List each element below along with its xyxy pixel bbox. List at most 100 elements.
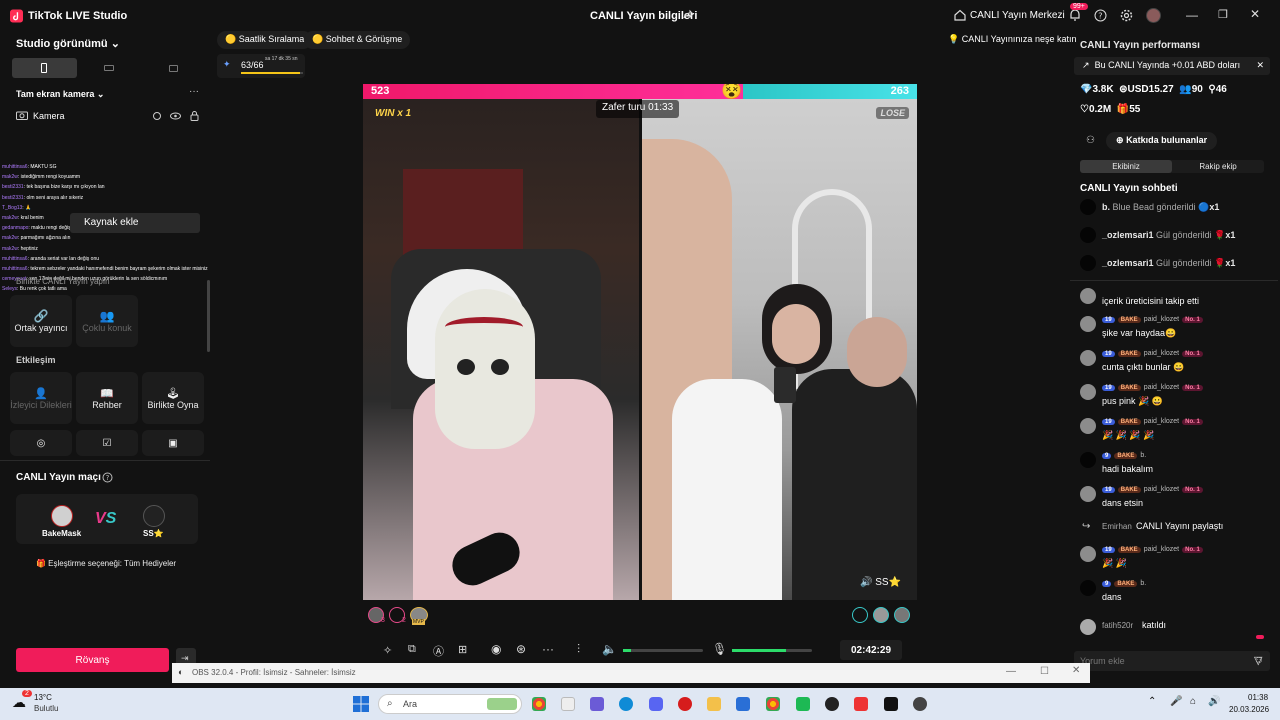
guide-button[interactable]: 📖 Rehber xyxy=(76,372,138,424)
close-icon[interactable]: ✕ xyxy=(1250,7,1260,21)
obs-window-strip[interactable]: ◐ OBS 32.0.4 - Profil: İsimsiz - Sahnele… xyxy=(172,663,1090,683)
chat-message[interactable]: 19 BAKE paid_klozet No. 1 şike var haydaa😀 xyxy=(1080,316,1270,342)
audio-mixer-icon[interactable]: ⫶ xyxy=(577,642,580,657)
discord-icon[interactable] xyxy=(649,697,663,711)
player-right-avatar[interactable] xyxy=(143,505,165,527)
youtube-icon[interactable] xyxy=(854,697,868,711)
clock-time[interactable]: 01:38 xyxy=(1248,693,1268,702)
player-left-avatar[interactable] xyxy=(51,505,73,527)
add-user-icon[interactable]: ⚇ xyxy=(1086,135,1095,146)
opponent-gifter-avatar-1[interactable] xyxy=(873,607,889,623)
minimize-icon[interactable]: — xyxy=(1186,8,1198,22)
add-media-icon[interactable]: ⊞ xyxy=(458,643,467,656)
bell-icon[interactable] xyxy=(1068,8,1082,22)
portrait-option[interactable] xyxy=(12,58,77,78)
edge-icon[interactable] xyxy=(619,697,633,711)
taskbar-search[interactable]: ⌕ Ara xyxy=(378,694,522,714)
tiktok-taskbar-icon[interactable] xyxy=(884,697,898,711)
camera-source-label[interactable]: Kamera xyxy=(33,111,65,121)
gift-notification-row[interactable]: _ozlemsari1 Gül gönderildi 🌹 x1 xyxy=(1080,227,1235,243)
microphone-icon[interactable]: 🎙 xyxy=(712,642,727,656)
chrome-icon[interactable] xyxy=(532,697,546,711)
volume-icon[interactable]: 🔈 xyxy=(602,642,617,656)
chat-message[interactable]: 19 BAKE paid_klozet No. 1 dans etsin xyxy=(1080,486,1270,512)
tray-chevron-icon[interactable]: ⌃ xyxy=(1148,696,1156,707)
settings-gear-icon[interactable] xyxy=(1120,9,1133,22)
focus-icon[interactable]: ⊛ xyxy=(516,642,526,656)
tray-mic-icon[interactable]: 🎤 xyxy=(1170,696,1182,707)
ai-effects-icon[interactable]: Ⓐ xyxy=(433,643,444,659)
close-banner-icon[interactable]: ✕ xyxy=(1256,60,1264,71)
multi-layout-option[interactable] xyxy=(141,58,206,78)
tab-your-team[interactable]: Ekibiniz xyxy=(1080,160,1172,173)
more-tool-button-1[interactable]: ◎ xyxy=(10,430,72,456)
filter-icon[interactable]: ▽ xyxy=(1254,654,1262,667)
magic-effects-icon[interactable]: ✧ xyxy=(383,644,392,657)
scene-dropdown[interactable]: Tam ekran kamera ⌄ xyxy=(16,89,104,100)
home-icon[interactable] xyxy=(954,9,966,21)
opponent-gifter-slot[interactable] xyxy=(852,607,868,623)
obs-maximize-icon[interactable]: ☐ xyxy=(1040,666,1049,677)
more-controls-icon[interactable]: ··· xyxy=(542,642,554,656)
source-settings-icon[interactable] xyxy=(152,111,162,121)
rematch-button[interactable]: Rövanş xyxy=(16,648,169,672)
tab-opponent-team[interactable]: Rakip ekip xyxy=(1172,160,1264,173)
store-icon[interactable] xyxy=(561,697,575,711)
opera-icon[interactable] xyxy=(678,697,692,711)
volume-slider[interactable] xyxy=(623,649,703,652)
co-host-button[interactable]: 🔗 Ortak yayıncı xyxy=(10,295,72,347)
multi-guest-button[interactable]: 👥 Çoklu konuk xyxy=(76,295,138,347)
join-notification[interactable]: fatih520r katıldı xyxy=(1080,619,1270,637)
chat-message[interactable]: 19 BAKE paid_klozet No. 1 pus pink 🎉 😀 xyxy=(1080,384,1270,410)
mic-slider[interactable] xyxy=(732,649,812,652)
teams-icon[interactable] xyxy=(590,697,604,711)
obs-minimize-icon[interactable]: — xyxy=(1006,666,1016,677)
contributors-button[interactable]: ⊕ Katkıda bulunanlar xyxy=(1106,132,1218,150)
profile-avatar[interactable] xyxy=(1146,8,1161,23)
live-center-button[interactable]: CANLI Yayın Merkezi xyxy=(970,10,1065,21)
screen-layout-icon[interactable]: ⧉ xyxy=(408,643,416,656)
tip-chip[interactable]: 💡 CANLI Yayınınıza neşe katın xyxy=(940,31,1084,49)
visibility-eye-icon[interactable] xyxy=(170,111,181,121)
chrome-alt-icon[interactable] xyxy=(766,697,780,711)
chat-message[interactable]: 19 BAKE paid_klozet No. 1 cunta çıktı bunlar… xyxy=(1080,350,1270,376)
record-icon[interactable]: ◉ xyxy=(491,642,501,656)
obs-close-icon[interactable]: ✕ xyxy=(1072,665,1080,676)
hourly-ranking-chip[interactable]: 🟡 Saatlik Sıralama xyxy=(217,31,313,49)
share-icon[interactable] xyxy=(682,9,694,21)
pairing-option[interactable]: 🎁 Eşleştirme seçeneği: Tüm Hediyeler xyxy=(36,559,176,568)
clock-date[interactable]: 20.03.2026 xyxy=(1229,705,1269,714)
help-icon[interactable]: ? xyxy=(102,472,113,483)
gift-notification-row[interactable]: _ozlemsari1 Gül gönderildi 🌹 x1 xyxy=(1080,255,1235,271)
windows-start-icon[interactable] xyxy=(353,696,369,712)
volume-tray-icon[interactable]: 🔊 xyxy=(1208,696,1220,707)
comment-input[interactable]: Yorum ekle ☺ xyxy=(1074,651,1270,671)
mail-icon[interactable] xyxy=(736,697,750,711)
left-scrollbar[interactable] xyxy=(207,280,210,352)
gift-notification-row[interactable]: b. Blue Bead gönderildi 🔵 x1 xyxy=(1080,199,1219,215)
file-explorer-icon[interactable] xyxy=(707,697,721,711)
chat-call-chip[interactable]: 🟡 Sohbet & Görüşme xyxy=(304,31,411,49)
more-tool-button-2[interactable]: ☑ xyxy=(76,430,138,456)
chat-message[interactable]: 19 BAKE paid_klozet No. 1 🎉 🎉 🎉 🎉 xyxy=(1080,418,1270,444)
lock-icon[interactable] xyxy=(190,110,199,121)
app-dark-icon[interactable] xyxy=(825,697,839,711)
network-icon[interactable]: ⌂ xyxy=(1190,696,1196,707)
chat-message[interactable]: içerik üreticisini takip etti xyxy=(1080,288,1270,310)
add-source-tooltip[interactable]: Kaynak ekle xyxy=(70,213,200,233)
share-notification[interactable]: ↪ Emirhan CANLI Yayını paylaştı xyxy=(1080,520,1270,538)
viewer-requests-button[interactable]: 👤 İzleyici Dilekleri xyxy=(10,372,72,424)
chat-message[interactable]: 9 BAKE b. hadi bakalım xyxy=(1080,452,1270,478)
maximize-icon[interactable]: ❐ xyxy=(1218,8,1228,21)
landscape-option[interactable] xyxy=(77,58,142,78)
play-together-button[interactable]: 🕹 Birlikte Oyna xyxy=(142,372,204,424)
more-tool-button-3[interactable]: ▣ xyxy=(142,430,204,456)
opponent-gifter-avatar-2[interactable] xyxy=(894,607,910,623)
rank-progress-widget[interactable]: ✦ 63/66 sa 17 dk 35 sn xyxy=(217,54,305,78)
help-icon[interactable]: ? xyxy=(1094,9,1107,22)
more-options-icon[interactable]: ··· xyxy=(189,86,199,97)
chat-message[interactable]: 19 BAKE paid_klozet No. 1 🎉 🎉 xyxy=(1080,546,1270,572)
chat-message[interactable]: 9 BAKE b. dans xyxy=(1080,580,1270,606)
obs-taskbar-icon[interactable] xyxy=(913,697,927,711)
studio-view-dropdown[interactable]: Studio görünümü ⌄ xyxy=(16,37,120,50)
